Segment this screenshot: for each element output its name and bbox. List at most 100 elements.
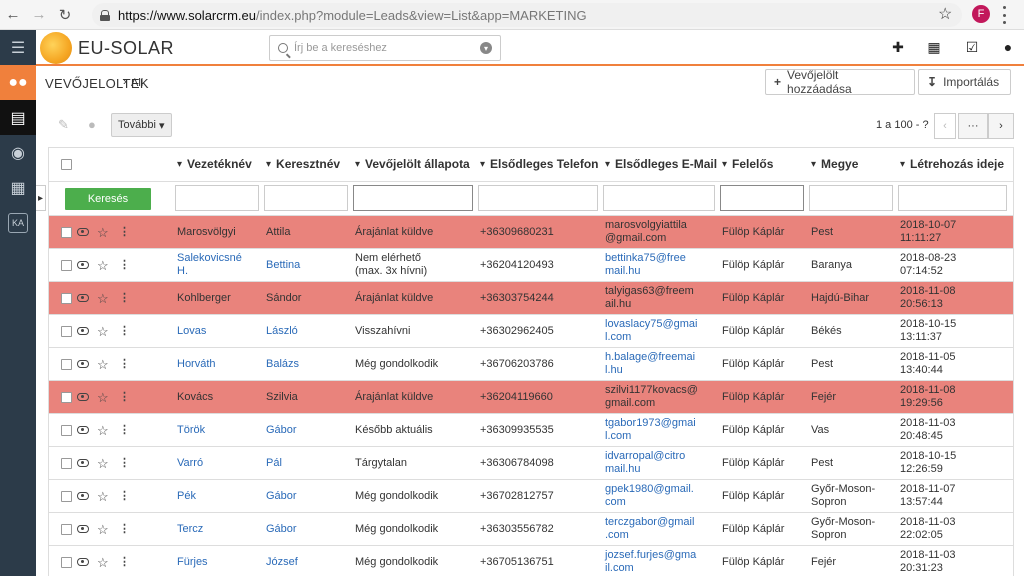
- view-eye-icon[interactable]: [77, 492, 89, 500]
- search-button[interactable]: Keresés: [65, 188, 151, 210]
- cell-last-text[interactable]: Fürjes: [177, 556, 208, 569]
- view-eye-icon-cell[interactable]: [77, 546, 89, 576]
- cell-email-text[interactable]: tgabor1973@gmai l.com: [605, 417, 696, 443]
- cell-last[interactable]: Kovács: [177, 381, 213, 413]
- row-checkbox[interactable]: [61, 292, 72, 304]
- cell-first[interactable]: Pál: [266, 447, 282, 479]
- cell-last-text[interactable]: Varró: [177, 457, 203, 470]
- view-eye-icon-cell[interactable]: [77, 282, 89, 314]
- organization-building-icon[interactable]: ▦: [0, 170, 36, 205]
- cell-first[interactable]: József: [266, 546, 298, 576]
- cell-first-text[interactable]: Balázs: [266, 358, 299, 371]
- view-eye-icon-cell[interactable]: [77, 348, 89, 380]
- col-header-email[interactable]: Elsődleges E-Mail: [605, 148, 717, 181]
- favorite-star-icon[interactable]: ☆: [97, 457, 109, 470]
- row-checkbox-cell[interactable]: [61, 414, 72, 446]
- filter-status-select[interactable]: [353, 185, 473, 211]
- favorite-star-icon-cell[interactable]: ☆: [97, 513, 109, 545]
- breadcrumb-current-view[interactable]: All: [131, 77, 143, 89]
- favorite-star-icon-cell[interactable]: ☆: [97, 480, 109, 512]
- global-search-input[interactable]: Írj be a kereséshez ▾: [269, 35, 501, 61]
- cell-first-text[interactable]: Sándor: [266, 292, 301, 305]
- profile-avatar[interactable]: F: [972, 5, 990, 23]
- table-row[interactable]: ☆ ⋮ Lovas László Visszahívni +36302962405 lova…: [49, 315, 1013, 348]
- view-eye-icon[interactable]: [77, 393, 89, 401]
- cell-first-text[interactable]: László: [266, 325, 298, 338]
- cell-last[interactable]: Horváth: [177, 348, 216, 380]
- col-header-first-name[interactable]: Keresztnév: [266, 148, 340, 181]
- favorite-star-icon-cell[interactable]: ☆: [97, 414, 109, 446]
- table-row[interactable]: ☆ ⋮ Marosvölgyi Attila Árajánlat küldve +3630…: [49, 216, 1013, 249]
- cell-first-text[interactable]: Gábor: [266, 490, 297, 503]
- filter-created-input[interactable]: [898, 185, 1007, 211]
- table-row[interactable]: ☆ ⋮ Kovács Szilvia Árajánlat küldve +36204119…: [49, 381, 1013, 414]
- row-checkbox[interactable]: [61, 226, 72, 238]
- row-checkbox-cell[interactable]: [61, 348, 72, 380]
- row-checkbox-cell[interactable]: [61, 381, 72, 413]
- view-eye-icon-cell[interactable]: [77, 315, 89, 347]
- row-actions-dots-icon[interactable]: ⋮: [119, 457, 130, 470]
- row-actions-dots-icon-cell[interactable]: ⋮: [119, 414, 130, 446]
- row-actions-dots-icon-cell[interactable]: ⋮: [119, 216, 130, 248]
- back-icon[interactable]: ←: [0, 0, 26, 30]
- sidebar-expand-icon[interactable]: ▸: [36, 185, 46, 211]
- row-actions-dots-icon[interactable]: ⋮: [119, 292, 130, 305]
- row-checkbox-cell[interactable]: [61, 513, 72, 545]
- cell-last[interactable]: Varró: [177, 447, 203, 479]
- row-actions-dots-icon-cell[interactable]: ⋮: [119, 249, 130, 281]
- cell-last-text[interactable]: Pék: [177, 490, 196, 503]
- cell-email[interactable]: szilvi1177kovacs@ gmail.com: [605, 381, 698, 413]
- marketing-users-icon[interactable]: ●●: [0, 65, 36, 100]
- import-button[interactable]: ↧ Importálás: [918, 69, 1011, 95]
- cell-last-text[interactable]: Kohlberger: [177, 292, 231, 305]
- cell-first[interactable]: László: [266, 315, 298, 347]
- cell-email[interactable]: jozsef.furjes@gma il.com: [605, 546, 696, 576]
- search-dropdown-icon[interactable]: ▾: [480, 42, 492, 54]
- col-header-owner[interactable]: Felelős: [722, 148, 773, 181]
- view-eye-icon[interactable]: [77, 525, 89, 533]
- row-actions-dots-icon-cell[interactable]: ⋮: [119, 381, 130, 413]
- calendar-icon[interactable]: ▦: [925, 39, 943, 56]
- cell-first[interactable]: Sándor: [266, 282, 301, 314]
- cell-last-text[interactable]: Kovács: [177, 391, 213, 404]
- leads-card-icon[interactable]: ▤: [0, 100, 36, 135]
- filter-last-name-input[interactable]: [175, 185, 259, 211]
- row-checkbox-cell[interactable]: [61, 447, 72, 479]
- bookmark-star-icon[interactable]: ☆: [938, 4, 952, 24]
- favorite-star-icon[interactable]: ☆: [97, 259, 109, 272]
- cell-email-text[interactable]: bettinka75@free mail.hu: [605, 252, 686, 278]
- view-eye-icon-cell[interactable]: [77, 414, 89, 446]
- contact-person-icon[interactable]: ◉: [0, 135, 36, 170]
- table-row[interactable]: ☆ ⋮ Török Gábor Később aktuális +36309935535 t…: [49, 414, 1013, 447]
- cell-email[interactable]: idvarropal@citro mail.hu: [605, 447, 685, 479]
- cell-first-text[interactable]: Pál: [266, 457, 282, 470]
- edit-pencil-icon[interactable]: ✎: [58, 117, 69, 133]
- page-jump-button[interactable]: ···: [958, 113, 988, 139]
- cell-email-text[interactable]: jozsef.furjes@gma il.com: [605, 549, 696, 575]
- cell-first-text[interactable]: József: [266, 556, 298, 569]
- row-actions-dots-icon-cell[interactable]: ⋮: [119, 282, 130, 314]
- cell-first[interactable]: Attila: [266, 216, 290, 248]
- ka-shortcut[interactable]: KA: [0, 205, 36, 240]
- table-row[interactable]: ☆ ⋮ Fürjes József Még gondolkodik +3670513675…: [49, 546, 1013, 576]
- table-row[interactable]: ☆ ⋮ Varró Pál Tárgytalan +36306784098 idvarrop…: [49, 447, 1013, 480]
- row-actions-dots-icon[interactable]: ⋮: [119, 523, 130, 536]
- filter-email-input[interactable]: [603, 185, 715, 211]
- table-row[interactable]: ☆ ⋮ Horváth Balázs Még gondolkodik +367062037…: [49, 348, 1013, 381]
- cell-email[interactable]: talyigas63@freem ail.hu: [605, 282, 694, 314]
- filter-phone-input[interactable]: [478, 185, 598, 211]
- cell-last[interactable]: Fürjes: [177, 546, 208, 576]
- cell-email-text[interactable]: marosvolgyiattila @gmail.com: [605, 219, 687, 245]
- quick-create-plus-icon[interactable]: ✚: [889, 39, 907, 56]
- view-eye-icon-cell[interactable]: [77, 480, 89, 512]
- cell-first-text[interactable]: Bettina: [266, 259, 300, 272]
- favorite-star-icon-cell[interactable]: ☆: [97, 381, 109, 413]
- favorite-star-icon-cell[interactable]: ☆: [97, 348, 109, 380]
- row-checkbox-cell[interactable]: [61, 216, 72, 248]
- favorite-star-icon-cell[interactable]: ☆: [97, 216, 109, 248]
- favorite-star-icon-cell[interactable]: ☆: [97, 249, 109, 281]
- favorite-star-icon[interactable]: ☆: [97, 292, 109, 305]
- view-eye-icon[interactable]: [77, 294, 89, 302]
- table-row[interactable]: ☆ ⋮ Salekovicsné H. Bettina Nem elérhető (ma…: [49, 249, 1013, 282]
- row-actions-dots-icon[interactable]: ⋮: [119, 226, 130, 239]
